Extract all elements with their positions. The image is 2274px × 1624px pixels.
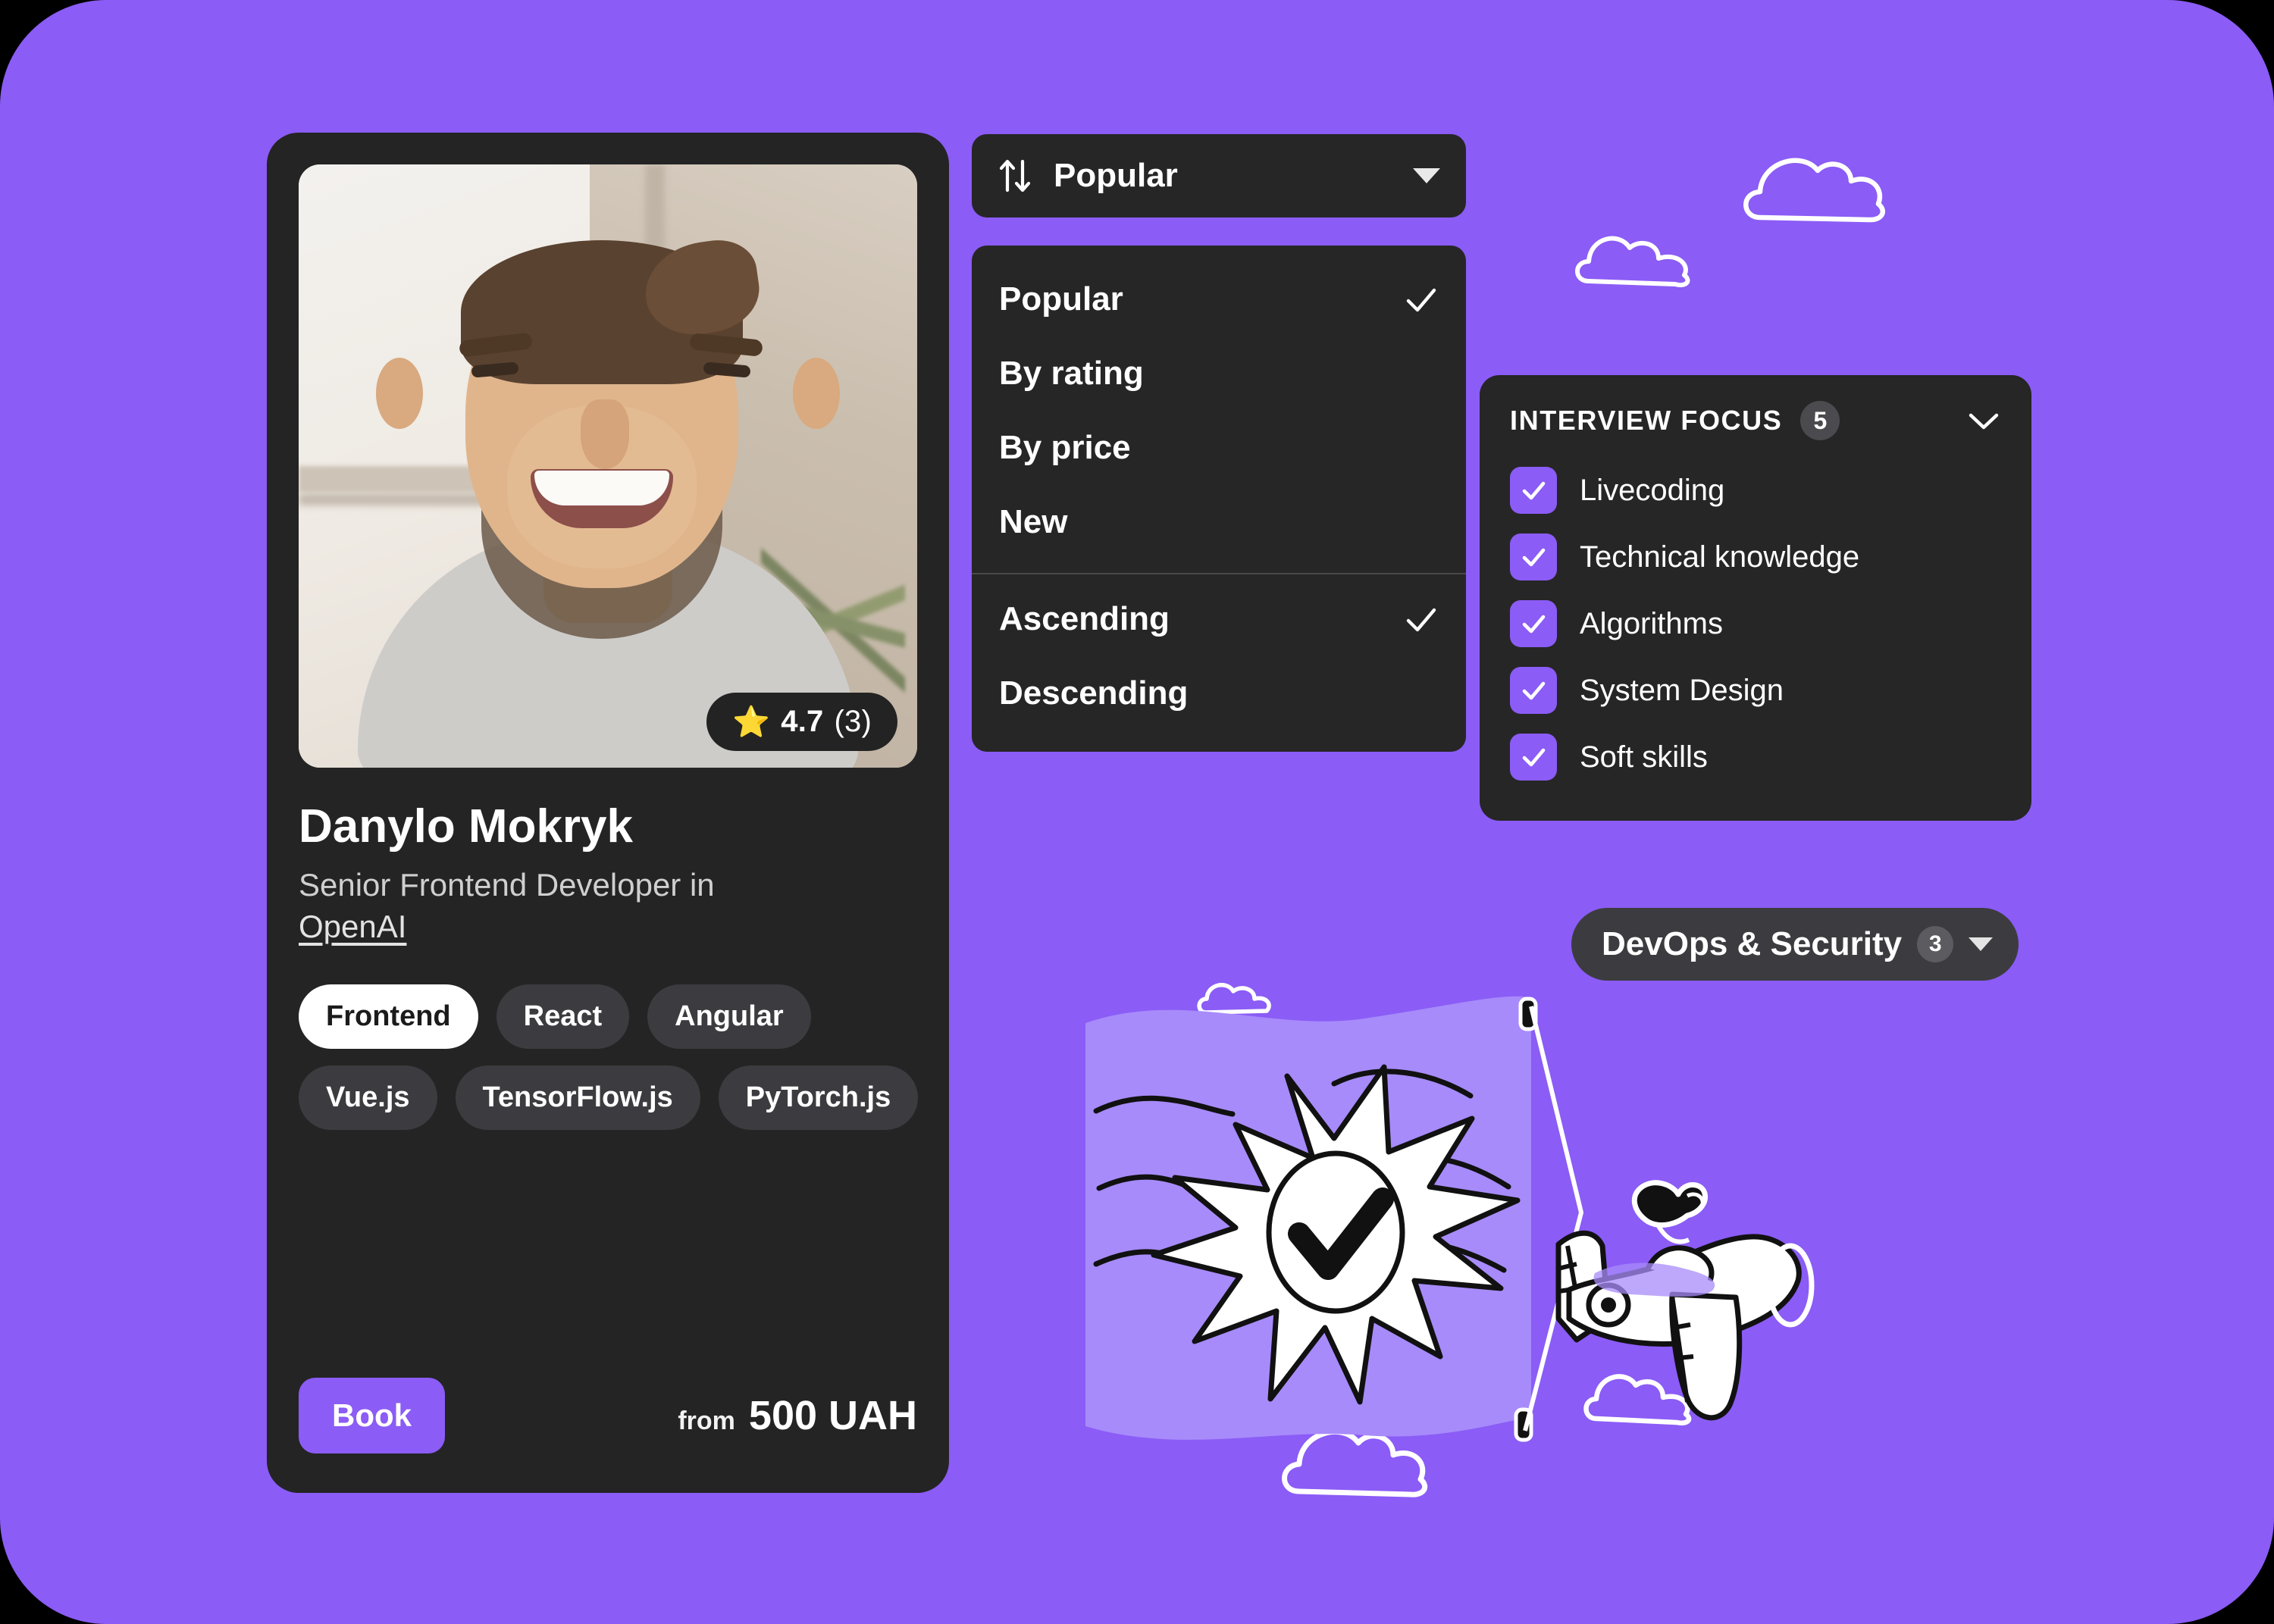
- check-icon: [1522, 615, 1546, 634]
- menu-item-label: Ascending: [999, 600, 1170, 637]
- card-footer: Book from 500 UAH: [299, 1378, 917, 1453]
- focus-option-soft-skills[interactable]: Soft skills: [1510, 724, 2001, 790]
- chevron-down-icon: [1413, 168, 1440, 183]
- mentor-photo: ⭐ 4.7 (3): [299, 164, 917, 768]
- devops-security-count: 3: [1917, 926, 1954, 962]
- book-button[interactable]: Book: [299, 1378, 445, 1453]
- check-icon: [1406, 288, 1436, 312]
- menu-item-by-price[interactable]: By price: [972, 411, 1466, 485]
- skill-tag[interactable]: TensorFlow.js: [455, 1065, 700, 1130]
- sort-dropdown-menu: Popular By rating By price New Ascending…: [972, 246, 1466, 752]
- menu-item-label: By rating: [999, 355, 1144, 392]
- menu-item-ascending[interactable]: Ascending: [972, 582, 1466, 656]
- interview-focus-panel: INTERVIEW FOCUS 5 Livecoding Technical k…: [1480, 375, 2031, 821]
- mentor-role: Senior Frontend Developer in OpenAI: [299, 864, 917, 948]
- sort-dropdown-button[interactable]: Popular: [972, 134, 1466, 217]
- checkbox-checked[interactable]: [1510, 534, 1557, 580]
- rating-badge: ⭐ 4.7 (3): [706, 693, 897, 751]
- menu-item-new[interactable]: New: [972, 485, 1466, 559]
- checkbox-checked[interactable]: [1510, 467, 1557, 514]
- focus-option-label: Algorithms: [1580, 606, 1723, 640]
- sort-selected-label: Popular: [1054, 157, 1178, 194]
- menu-item-label: By price: [999, 429, 1131, 466]
- skill-tag[interactable]: Vue.js: [299, 1065, 437, 1130]
- skill-tag[interactable]: Angular: [647, 984, 811, 1049]
- skill-tag[interactable]: Frontend: [299, 984, 478, 1049]
- menu-item-label: Popular: [999, 280, 1123, 318]
- chevron-down-icon: [1969, 937, 1994, 951]
- rating-reviews: (3): [834, 705, 872, 738]
- check-icon: [1522, 681, 1546, 700]
- check-icon: [1522, 548, 1546, 567]
- photo-person-ear-right: [793, 357, 840, 429]
- interview-focus-count: 5: [1800, 401, 1840, 440]
- success-flag-airplane-illustration: [1085, 996, 1815, 1442]
- cloud-icon: [1743, 158, 1885, 223]
- menu-item-descending[interactable]: Descending: [972, 656, 1466, 731]
- focus-option-livecoding[interactable]: Livecoding: [1510, 457, 2001, 524]
- focus-option-algorithms[interactable]: Algorithms: [1510, 590, 2001, 657]
- skill-tag-list: Frontend React Angular Vue.js TensorFlow…: [299, 984, 928, 1130]
- mentor-role-text: Senior Frontend Developer in: [299, 867, 715, 903]
- devops-security-label: DevOps & Security: [1602, 925, 1903, 962]
- price-value: 500 UAH: [748, 1393, 917, 1438]
- check-icon: [1522, 748, 1546, 767]
- interview-focus-header[interactable]: INTERVIEW FOCUS 5: [1510, 401, 2001, 440]
- star-icon: ⭐: [732, 705, 771, 739]
- cloud-icon: [1575, 236, 1690, 287]
- menu-divider: [972, 573, 1466, 574]
- menu-item-popular[interactable]: Popular: [972, 262, 1466, 336]
- flag-icon: [1085, 996, 1583, 1442]
- rating-value: 4.7: [781, 705, 824, 738]
- focus-option-label: System Design: [1580, 673, 1784, 707]
- focus-option-technical-knowledge[interactable]: Technical knowledge: [1510, 524, 2001, 590]
- menu-item-label: New: [999, 503, 1068, 540]
- menu-item-label: Descending: [999, 674, 1189, 712]
- focus-option-system-design[interactable]: System Design: [1510, 657, 2001, 724]
- checkbox-checked[interactable]: [1510, 667, 1557, 714]
- chevron-down-icon[interactable]: [1966, 409, 2001, 432]
- focus-option-label: Technical knowledge: [1580, 540, 1860, 574]
- skill-tag[interactable]: PyTorch.js: [718, 1065, 919, 1130]
- price-prefix: from: [678, 1407, 735, 1435]
- checkbox-checked[interactable]: [1510, 600, 1557, 647]
- focus-option-label: Livecoding: [1580, 473, 1725, 507]
- check-icon: [1406, 608, 1436, 632]
- focus-option-label: Soft skills: [1580, 740, 1708, 774]
- menu-item-by-rating[interactable]: By rating: [972, 336, 1466, 411]
- photo-person-ear-left: [376, 357, 423, 429]
- skill-tag[interactable]: React: [496, 984, 630, 1049]
- checkbox-checked[interactable]: [1510, 734, 1557, 781]
- photo-person-teeth: [534, 471, 669, 506]
- interview-focus-title: INTERVIEW FOCUS: [1510, 405, 1783, 436]
- airplane-with-pilot-icon: [1555, 1180, 1815, 1421]
- mentor-profile-card: ⭐ 4.7 (3) Danylo Mokryk Senior Frontend …: [267, 133, 949, 1493]
- check-icon: [1522, 481, 1546, 500]
- photo-person-nose: [580, 399, 629, 470]
- price-block: from 500 UAH: [678, 1392, 917, 1439]
- app-canvas: ⭐ 4.7 (3) Danylo Mokryk Senior Frontend …: [0, 0, 2274, 1624]
- mentor-company-link[interactable]: OpenAI: [299, 909, 406, 944]
- sort-arrows-icon: [999, 159, 1031, 192]
- mentor-name: Danylo Mokryk: [299, 800, 634, 853]
